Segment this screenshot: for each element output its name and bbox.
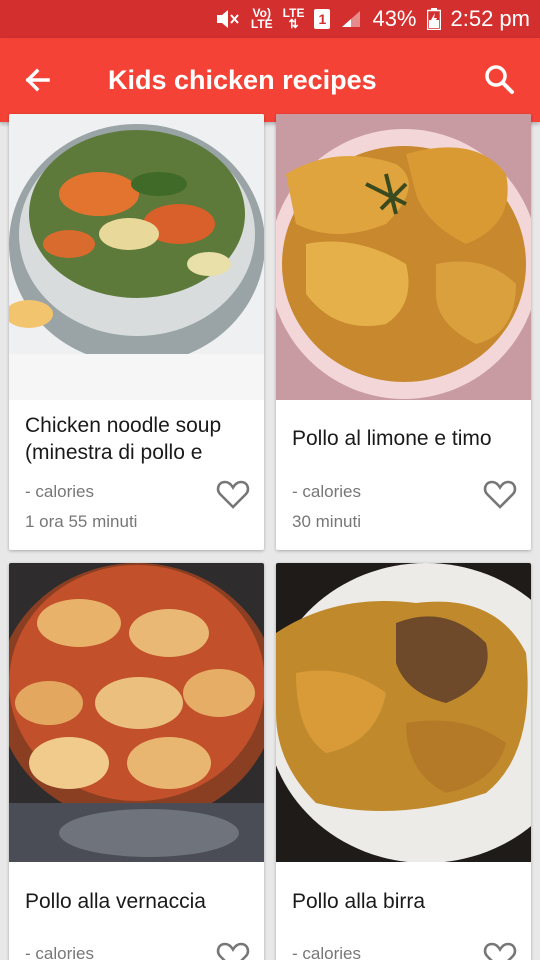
- recipe-calories: - calories: [292, 482, 361, 501]
- volte-indicator: Vo) LTE: [250, 7, 273, 31]
- lte-label: LTE: [282, 6, 305, 20]
- recipe-calories: - calories: [25, 482, 94, 501]
- recipe-name: Pollo alla birra: [292, 890, 426, 913]
- clock: 2:52 pm: [450, 6, 531, 31]
- favorite-heart-icon[interactable]: [216, 478, 250, 510]
- lte-indicator: LTE ⇅: [282, 6, 305, 31]
- recipe-image: [9, 563, 264, 862]
- arrow-back-icon[interactable]: [18, 60, 58, 100]
- recipe-image: [9, 114, 264, 400]
- battery-charging-icon: [426, 8, 441, 30]
- recipe-image: [276, 114, 531, 400]
- status-bar: Vo) LTE LTE ⇅ 1 43% 2:52 pm: [0, 0, 540, 38]
- recipe-calories: - calories: [25, 944, 94, 960]
- battery-percent: 43%: [372, 6, 417, 31]
- app-bar: Kids chicken recipes: [0, 38, 540, 122]
- recipe-card[interactable]: Pollo alla vernaccia - calories: [9, 563, 264, 960]
- recipe-time: 1 ora 55 minuti: [25, 512, 138, 531]
- page-title: Kids chicken recipes: [108, 65, 377, 95]
- recipe-card[interactable]: Chicken noodle soup (minestra di pollo e…: [9, 114, 264, 550]
- recipe-card[interactable]: Pollo al limone e timo - calories 30 min…: [276, 114, 531, 550]
- status-icons: Vo) LTE LTE ⇅ 1 43% 2:52 pm: [215, 0, 530, 38]
- recipe-calories: - calories: [292, 944, 361, 960]
- favorite-heart-icon[interactable]: [483, 940, 517, 960]
- volte-lte-label: LTE: [250, 17, 273, 31]
- mute-icon: [216, 10, 239, 28]
- favorite-heart-icon[interactable]: [483, 478, 517, 510]
- recipe-card[interactable]: Pollo alla birra - calories: [276, 563, 531, 960]
- recipe-time: 30 minuti: [292, 512, 361, 531]
- recipe-name: Pollo alla vernaccia: [25, 890, 206, 913]
- recipe-name: Pollo al limone e timo: [292, 427, 492, 450]
- signal-icon: [342, 11, 361, 27]
- favorite-heart-icon[interactable]: [216, 940, 250, 960]
- recipe-name: Chicken noodle soup (minestra di pollo e: [25, 414, 222, 464]
- search-icon[interactable]: [480, 60, 520, 100]
- sim-slot-icon: 1: [314, 9, 331, 29]
- recipe-image: [276, 563, 531, 862]
